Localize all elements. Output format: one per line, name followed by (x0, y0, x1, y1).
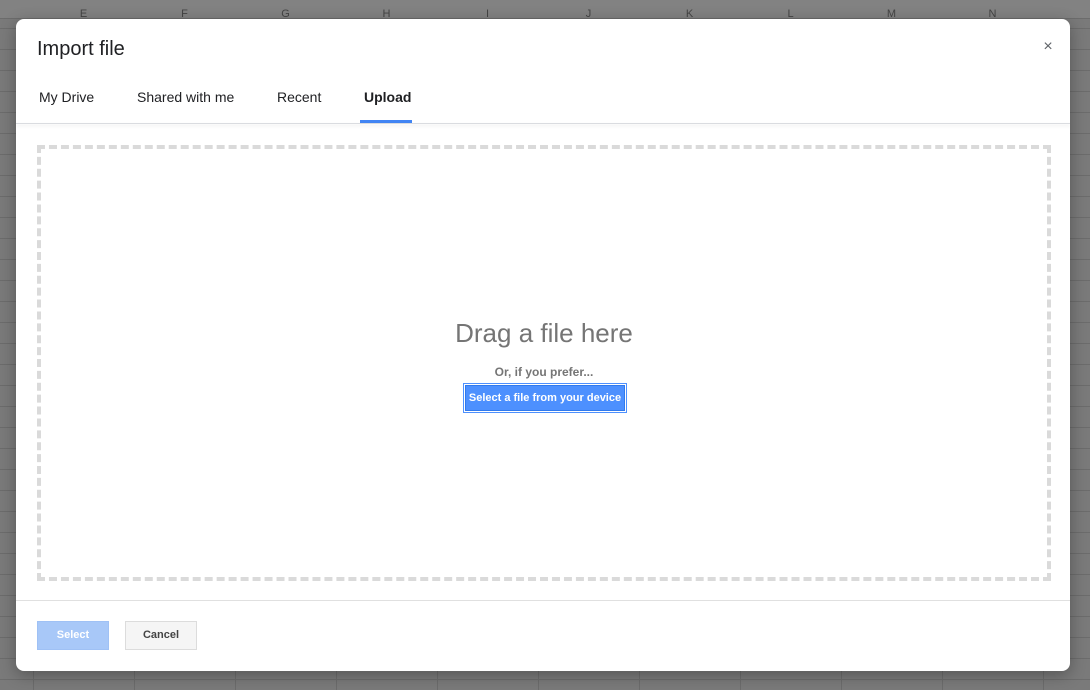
tab-my-drive[interactable]: My Drive (39, 89, 94, 124)
import-file-dialog: Import file × My Drive Shared with me Re… (16, 19, 1070, 671)
close-icon[interactable]: × (1040, 39, 1056, 55)
tabs-divider (16, 123, 1070, 124)
file-drop-zone[interactable]: Drag a file here Or, if you prefer... Se… (37, 145, 1051, 581)
tab-shared-with-me[interactable]: Shared with me (137, 89, 234, 124)
select-button[interactable]: Select (37, 621, 109, 650)
tab-upload[interactable]: Upload (364, 89, 411, 124)
dialog-title: Import file (37, 38, 125, 60)
footer-divider (16, 600, 1070, 601)
cancel-button[interactable]: Cancel (125, 621, 197, 650)
tab-recent[interactable]: Recent (277, 89, 321, 124)
prefer-text: Or, if you prefer... (494, 365, 594, 379)
tab-bar: My Drive Shared with me Recent Upload (16, 79, 1070, 124)
select-file-from-device-button[interactable]: Select a file from your device (465, 385, 625, 411)
drag-file-text: Drag a file here (455, 318, 633, 348)
column-header-row: E F G H I J K L M N (0, 0, 1090, 20)
